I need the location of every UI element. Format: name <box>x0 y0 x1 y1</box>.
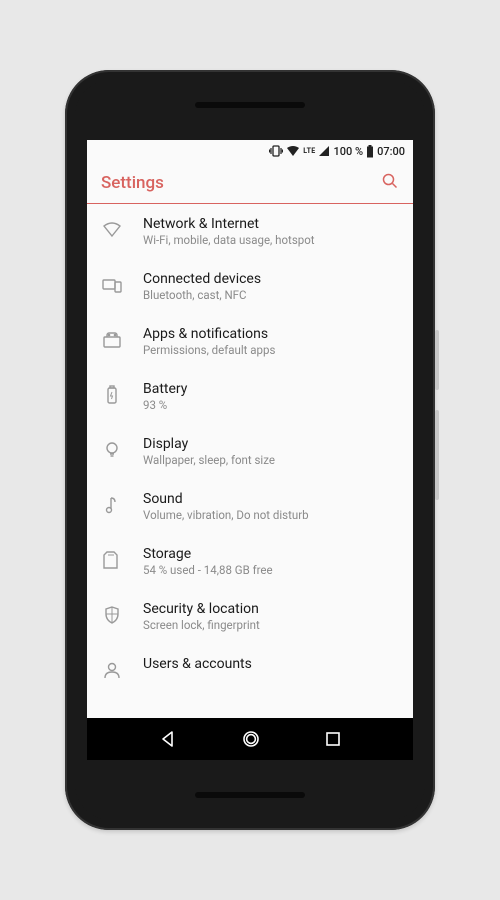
item-subtitle: 93 % <box>143 398 399 412</box>
nav-home-button[interactable] <box>241 729 261 749</box>
item-title: Security & location <box>143 601 399 617</box>
settings-item-users[interactable]: Users & accounts <box>87 644 413 681</box>
battery-icon <box>366 145 374 158</box>
music-note-icon <box>101 494 123 516</box>
item-title: Connected devices <box>143 271 399 287</box>
signal-icon <box>318 145 330 157</box>
item-subtitle: 54 % used - 14,88 GB free <box>143 563 399 577</box>
battery-outline-icon <box>101 384 123 406</box>
devices-icon <box>101 274 123 296</box>
settings-item-storage[interactable]: Storage 54 % used - 14,88 GB free <box>87 534 413 589</box>
lte-label: LTE <box>303 147 315 155</box>
settings-item-connected-devices[interactable]: Connected devices Bluetooth, cast, NFC <box>87 259 413 314</box>
shield-icon <box>101 604 123 626</box>
settings-item-sound[interactable]: Sound Volume, vibration, Do not disturb <box>87 479 413 534</box>
settings-item-battery[interactable]: Battery 93 % <box>87 369 413 424</box>
settings-item-network[interactable]: Network & Internet Wi-Fi, mobile, data u… <box>87 204 413 259</box>
nav-recent-button[interactable] <box>325 731 341 747</box>
item-title: Users & accounts <box>143 656 399 672</box>
user-icon <box>101 659 123 681</box>
clock: 07:00 <box>377 145 405 158</box>
app-bar: Settings <box>87 162 413 204</box>
bulb-icon <box>101 439 123 461</box>
item-title: Network & Internet <box>143 216 399 232</box>
battery-percent: 100 % <box>333 145 363 158</box>
wifi-icon <box>286 145 300 157</box>
status-bar: LTE 100 % 07:00 <box>87 140 413 162</box>
screen: LTE 100 % 07:00 Settings <box>87 140 413 760</box>
item-title: Apps & notifications <box>143 326 399 342</box>
navigation-bar <box>87 718 413 760</box>
item-title: Sound <box>143 491 399 507</box>
item-subtitle: Screen lock, fingerprint <box>143 618 399 632</box>
settings-item-display[interactable]: Display Wallpaper, sleep, font size <box>87 424 413 479</box>
settings-list: Network & Internet Wi-Fi, mobile, data u… <box>87 204 413 718</box>
settings-item-security[interactable]: Security & location Screen lock, fingerp… <box>87 589 413 644</box>
phone-frame: LTE 100 % 07:00 Settings <box>65 70 435 830</box>
vibrate-icon <box>269 145 283 157</box>
apps-icon <box>101 329 123 351</box>
phone-speaker <box>195 792 305 798</box>
page-title: Settings <box>101 173 164 193</box>
nav-back-button[interactable] <box>159 730 177 748</box>
item-title: Display <box>143 436 399 452</box>
phone-speaker <box>195 102 305 108</box>
item-title: Storage <box>143 546 399 562</box>
item-subtitle: Volume, vibration, Do not disturb <box>143 508 399 522</box>
settings-item-apps[interactable]: Apps & notifications Permissions, defaul… <box>87 314 413 369</box>
sd-card-icon <box>101 549 123 571</box>
item-title: Battery <box>143 381 399 397</box>
phone-side-button <box>435 410 439 500</box>
item-subtitle: Permissions, default apps <box>143 343 399 357</box>
item-subtitle: Wi-Fi, mobile, data usage, hotspot <box>143 233 399 247</box>
item-subtitle: Bluetooth, cast, NFC <box>143 288 399 302</box>
wifi-outline-icon <box>101 219 123 241</box>
search-icon[interactable] <box>381 172 399 194</box>
item-subtitle: Wallpaper, sleep, font size <box>143 453 399 467</box>
phone-side-button <box>435 330 439 390</box>
phone-body: LTE 100 % 07:00 Settings <box>75 80 425 820</box>
